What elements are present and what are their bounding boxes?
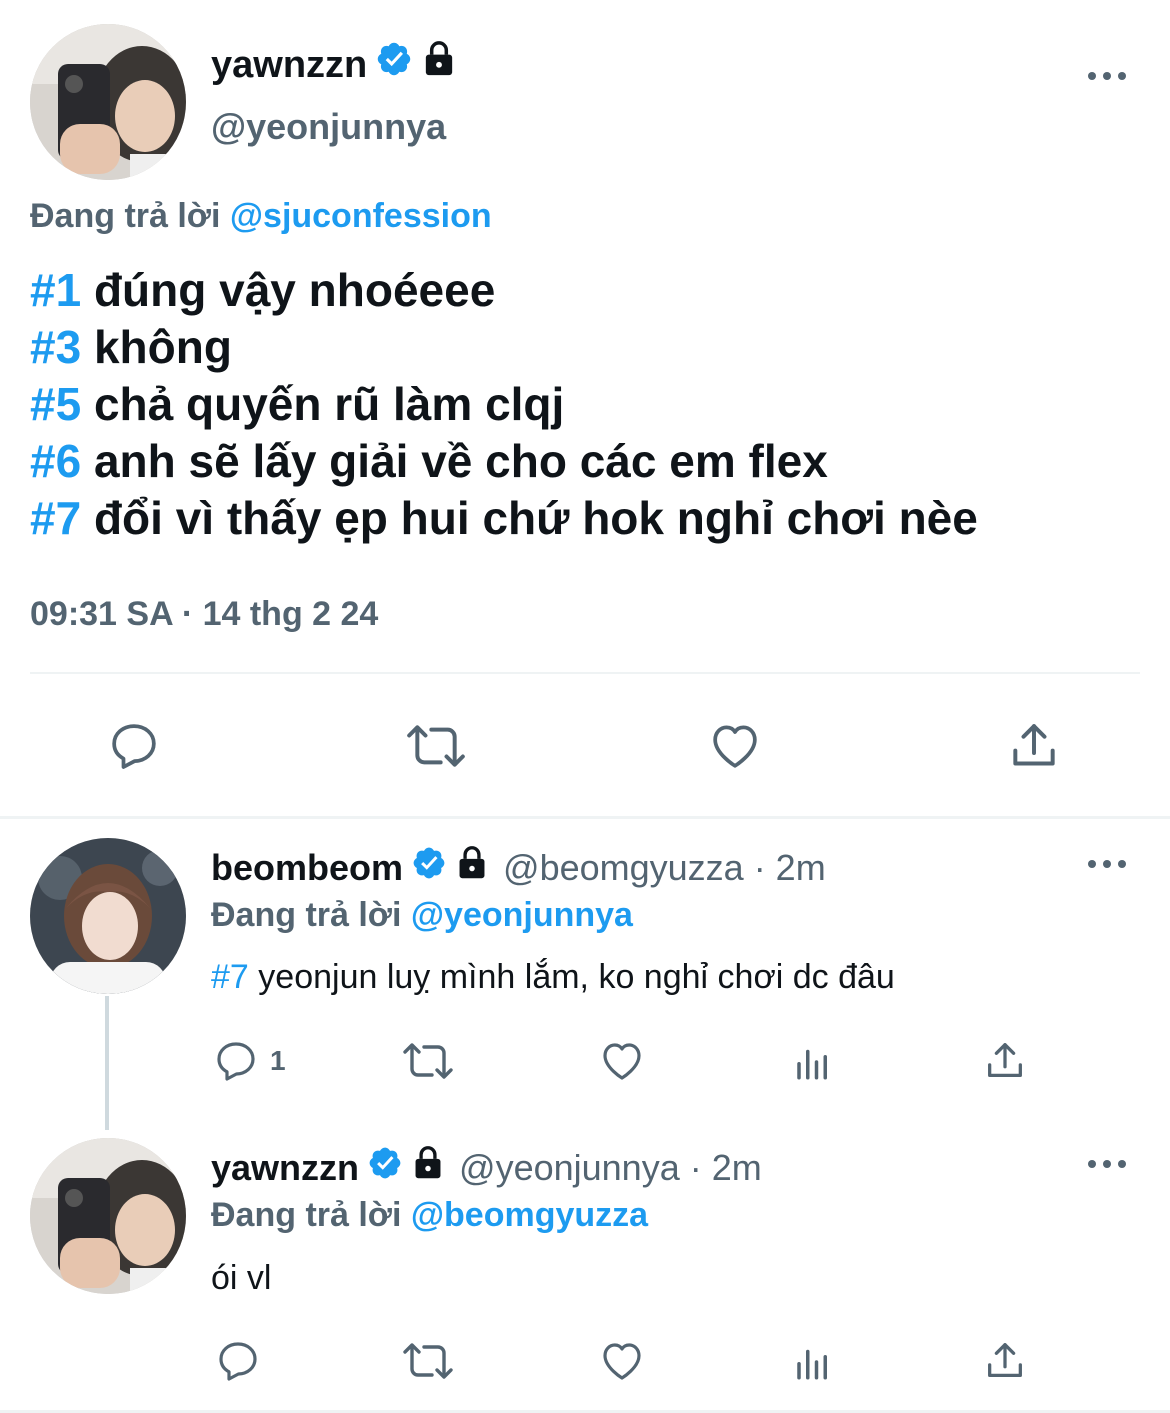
views-button[interactable] [790, 1338, 836, 1386]
more-dots-icon[interactable] [1088, 1154, 1126, 1174]
like-button[interactable] [704, 716, 766, 776]
retweet-icon [403, 1343, 453, 1379]
verified-badge-icon [375, 40, 413, 89]
display-name[interactable]: beombeom [211, 846, 403, 890]
retweet-icon [403, 1043, 453, 1079]
hashtag-link[interactable]: #1 [30, 264, 81, 316]
tweet-line: #1 đúng vậy nhoéeee [30, 262, 978, 319]
hashtag-link[interactable]: #3 [30, 321, 81, 373]
replying-prefix: Đang trả lời [211, 1196, 402, 1234]
display-name[interactable]: yawnzzn [211, 42, 367, 88]
hashtag-link[interactable]: #5 [30, 378, 81, 430]
reply-button[interactable] [212, 1336, 264, 1386]
verified-badge-icon [411, 845, 447, 891]
share-button[interactable] [1004, 716, 1064, 776]
lock-icon [455, 845, 489, 891]
replying-to-link[interactable]: @beomgyuzza [411, 1196, 648, 1234]
share-icon [988, 1043, 1022, 1078]
line-text: đúng vậy nhoéeee [93, 264, 496, 316]
replying-to: Đang trả lời @yeonjunnya [211, 894, 633, 936]
like-button[interactable] [595, 1036, 649, 1086]
section-divider [0, 816, 1170, 819]
timestamp[interactable]: 09:31 SA · 14 thg 2 24 [30, 593, 378, 635]
heart-icon [603, 1343, 641, 1380]
replying-to-link[interactable]: @sjuconfession [230, 197, 492, 235]
views-button[interactable] [790, 1038, 836, 1086]
reply-body: ói vl [211, 1259, 272, 1297]
replying-to: Đang trả lời @sjuconfession [30, 196, 492, 236]
line-text: đổi vì thấy ẹp hui chứ hok nghỉ chơi nèe [93, 492, 978, 544]
replying-prefix: Đang trả lời [30, 197, 221, 235]
avatar-beombeom[interactable] [30, 838, 186, 994]
tweet-line: #6 anh sẽ lấy giải về cho các em flex [30, 433, 978, 490]
reply-text: #7 yeonjun luỵ mình lắm, ko nghỉ chơi dc… [211, 956, 895, 998]
share-icon [988, 1343, 1022, 1378]
retweet-icon [407, 725, 465, 767]
heart-icon [603, 1043, 641, 1080]
thread-line [105, 996, 109, 1130]
replying-to-link[interactable]: @yeonjunnya [411, 896, 633, 934]
avatar-yawnzzn[interactable] [30, 24, 186, 180]
tweet-line: #5 chả quyến rũ làm clqj [30, 376, 978, 433]
views-chart-icon [797, 1349, 827, 1380]
retweet-button[interactable] [402, 716, 470, 776]
views-chart-icon [797, 1049, 827, 1080]
replying-prefix: Đang trả lời [211, 896, 402, 934]
divider [30, 672, 1140, 674]
retweet-button[interactable] [398, 1036, 458, 1086]
handle[interactable]: @yeonjunnya [211, 106, 446, 148]
hashtag-link[interactable]: #7 [211, 958, 249, 996]
display-name[interactable]: yawnzzn [211, 1146, 359, 1190]
share-button[interactable] [980, 1036, 1030, 1086]
tweet-line: #7 đổi vì thấy ẹp hui chứ hok nghỉ chơi … [30, 490, 978, 547]
line-text: không [93, 321, 232, 373]
reply-bubble-icon [112, 724, 156, 769]
line-text: chả quyến rũ làm clqj [93, 378, 565, 430]
reply-button[interactable] [104, 716, 164, 776]
verified-badge-icon [367, 1145, 403, 1191]
reply-body: yeonjun luỵ mình lắm, ko nghỉ chơi dc đâ… [258, 958, 895, 996]
tweet-line: #3 không [30, 319, 978, 376]
retweet-button[interactable] [398, 1336, 458, 1386]
heart-icon [713, 725, 757, 768]
share-icon [1013, 724, 1055, 766]
lock-icon [421, 40, 457, 89]
reply-count: 1 [270, 1045, 286, 1076]
handle-time[interactable]: @beomgyuzza · 2m [503, 846, 826, 890]
like-button[interactable] [595, 1336, 649, 1386]
more-dots-icon[interactable] [1088, 854, 1126, 874]
hashtag-link[interactable]: #7 [30, 492, 81, 544]
handle-time[interactable]: @yeonjunnya · 2m [459, 1146, 762, 1190]
line-text: anh sẽ lấy giải về cho các em flex [93, 435, 828, 487]
reply-button[interactable]: 1 [212, 1036, 298, 1086]
reply-bubble-icon [219, 1342, 257, 1381]
avatar-yawnzzn[interactable] [30, 1138, 186, 1294]
more-dots-icon[interactable] [1088, 66, 1126, 86]
hashtag-link[interactable]: #6 [30, 435, 81, 487]
tweet-body: #1 đúng vậy nhoéeee #3 không #5 chả quyế… [30, 262, 978, 547]
share-button[interactable] [980, 1336, 1030, 1386]
reply-bubble-icon [217, 1042, 255, 1081]
replying-to: Đang trả lời @beomgyuzza [211, 1194, 648, 1236]
lock-icon [411, 1145, 445, 1191]
